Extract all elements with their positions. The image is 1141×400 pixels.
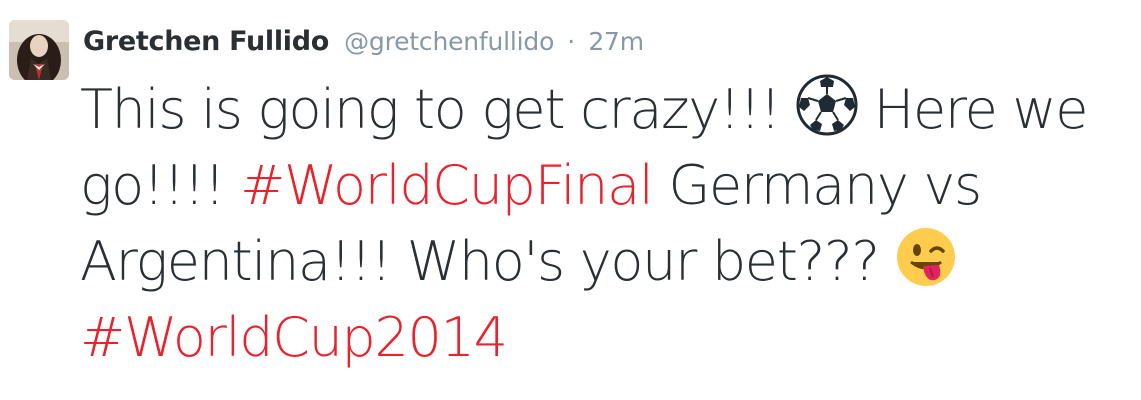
separator-dot: · <box>567 27 576 56</box>
avatar[interactable] <box>9 20 69 80</box>
tweet-header: Gretchen Fullido @gretchenfullido · 27m <box>83 24 644 60</box>
hashtag-worldcupfinal[interactable]: #WorldCupFinal <box>240 154 654 217</box>
tweet-text: This is going to get crazy!!! Here we go… <box>80 72 1130 376</box>
winking-face-tongue-icon <box>895 226 957 288</box>
tweet: Gretchen Fullido @gretchenfullido · 27m … <box>0 0 1141 400</box>
username-handle[interactable]: @gretchenfullido <box>344 27 554 56</box>
tweet-text-part: This is going to get crazy!!! <box>80 78 796 141</box>
soccer-ball-icon <box>796 74 858 136</box>
display-name[interactable]: Gretchen Fullido <box>83 26 329 57</box>
hashtag-worldcup2014[interactable]: #WorldCup2014 <box>80 306 508 369</box>
timestamp[interactable]: 27m <box>588 27 644 56</box>
